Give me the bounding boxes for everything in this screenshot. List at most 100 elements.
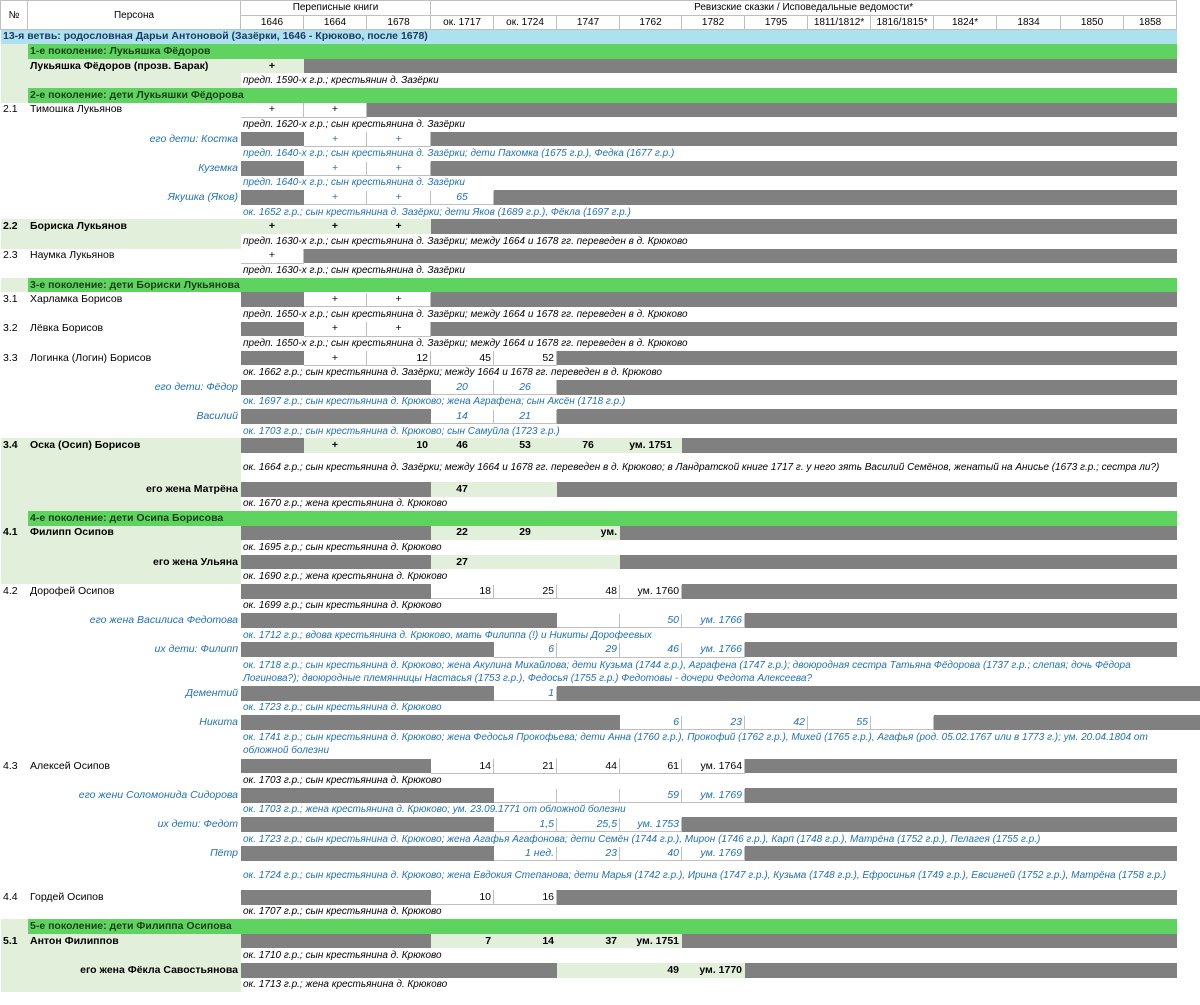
record-cell: 46 <box>456 439 468 452</box>
record-cell: + <box>331 220 339 233</box>
row-number: 4.2 <box>3 584 18 597</box>
record-cell: + <box>365 291 432 308</box>
record-cell: ум. 1766 <box>681 641 746 658</box>
record-cell: 25 <box>493 583 558 600</box>
person-name: Дорофей Осипов <box>30 584 115 597</box>
generation-header: 5-е поколение: дети Филиппа Осипова <box>27 919 1177 934</box>
person-note: ок. 1707 г.р.; сын крестьянина д. Крюков… <box>243 906 442 918</box>
record-cell: 55 <box>807 714 872 731</box>
record-cell: + <box>268 220 276 233</box>
record-cell: 6 <box>493 641 558 658</box>
person-note: предп. 1650-х г.р.; сын крестьянина д. З… <box>243 308 688 320</box>
row-number: 4.4 <box>3 890 18 903</box>
person-note: предп. 1590-х г.р.; крестьянин д. Зазёрк… <box>243 75 439 87</box>
record-cell: 23 <box>556 845 621 862</box>
person-note: ок. 1723 г.р.; сын крестьянина д. Крюков… <box>243 833 1041 845</box>
year-header: 1824* <box>933 14 998 31</box>
person-note: предп. 1640-х г.р.; сын крестьянина д. З… <box>243 148 675 160</box>
person-name: Антон Филиппов <box>30 934 119 947</box>
record-cell: 61 <box>619 758 683 774</box>
record-cell: + <box>365 321 432 337</box>
table-row: 4.3 Алексей Осипов 14 21 44 61 ум. 1764 <box>1 758 1200 774</box>
person-note: ок. 1713 г.р.; жена крестьянина д. Крюко… <box>243 979 448 991</box>
person-name: Тимошка Лукьянов <box>30 103 123 116</box>
person-note: ок. 1718 г.р.; сын крестьянина д. Крюков… <box>243 659 1131 684</box>
table-row: Лукьяшка Фёдоров (прозв. Барак) + <box>0 58 1200 74</box>
person-note: ок. 1695 г.р.; сын крестьянина д. Крюков… <box>243 542 442 554</box>
record-cell: 76 <box>582 439 594 452</box>
generation-header: 2-е поколение: дети Лукьяшки Фёдорова <box>27 88 1177 103</box>
row-number: 3.2 <box>3 322 18 335</box>
table-row: Никита 6 23 42 55 <box>1 714 1200 731</box>
person-name: Лукьяшка Фёдоров (прозв. Барак) <box>30 59 209 72</box>
record-cell: 42 <box>744 714 809 731</box>
record-cell: ум. 1769 <box>681 787 746 804</box>
year-header: 1646 <box>240 14 304 31</box>
table-row: его жена Василиса Федотова 50 ум. 1766 <box>1 612 1200 629</box>
year-header: 1811/1812* <box>807 14 872 31</box>
record-cell: 37 <box>605 934 618 947</box>
person-name: его жена Фёкла Савостьянова <box>80 963 238 976</box>
record-cell: 14 <box>542 934 555 947</box>
record-cell: + <box>240 248 304 264</box>
year-header: 1664 <box>303 14 367 31</box>
table-row: его дети: Фёдор 20 26 <box>1 379 1200 396</box>
record-cell: 49 <box>667 963 680 976</box>
person-note: ок. 1741 г.р.; сын крестьянина д. Крюков… <box>243 732 1148 757</box>
person-note: ок. 1712 г.р.; вдова крестьянина д. Крюк… <box>243 629 652 641</box>
person-name: Якушка (Яков) <box>167 191 238 204</box>
record-cell: + <box>303 350 367 366</box>
table-row: 4.1 Филипп Осипов 22 29 ум. <box>0 525 1200 541</box>
record-cell: + <box>303 321 367 337</box>
person-note: ок. 1710 г.р.; сын крестьянина д. Крюков… <box>243 950 442 962</box>
year-header: 1782 <box>681 14 746 31</box>
record-cell: 65 <box>430 189 495 206</box>
record-cell: 1,5 <box>493 816 558 833</box>
person-note: ок. 1699 г.р.; сын крестьянина д. Крюков… <box>243 600 442 612</box>
person-note: ок. 1723 г.р.; сын крестьянина д. Крюков… <box>243 702 442 714</box>
record-cell: 44 <box>556 758 621 774</box>
header-revision: Ревизские сказки / Исповедальные ведомос… <box>430 0 1178 16</box>
record-cell: + <box>303 189 367 206</box>
table-row: Якушка (Яков) + + 65 <box>1 189 1200 206</box>
record-cell: 16 <box>493 889 558 906</box>
person-note: ок. 1697 г.р.; сын крестьянина д. Крюков… <box>243 396 626 408</box>
record-cell: 50 <box>619 612 683 629</box>
table-row: Василий 14 21 <box>1 408 1200 425</box>
year-header: 1816/1815* <box>870 14 935 31</box>
person-name: их дети: Филипп <box>154 643 238 656</box>
record-cell: 6 <box>619 714 683 731</box>
record-cell: 52 <box>493 350 558 366</box>
person-name: Никита <box>199 716 238 729</box>
record-cell: 27 <box>456 555 468 568</box>
record-cell: + <box>365 131 432 147</box>
record-cell: ум. <box>600 526 618 539</box>
person-note: ок. 1703 г.р.; сын крестьянина д. Крюков… <box>243 425 560 437</box>
table-row: 3.1 Харламка Борисов + + <box>1 291 1200 308</box>
person-name: Логинка (Логин) Борисов <box>30 351 152 364</box>
record-cell: + <box>365 160 432 177</box>
record-cell: 10 <box>430 889 495 906</box>
record-cell: 40 <box>619 845 683 862</box>
record-cell: 29 <box>519 526 531 539</box>
record-cell: 25,5 <box>556 816 621 833</box>
person-name: Лёвка Борисов <box>30 322 104 335</box>
year-header: 1795 <box>744 14 809 31</box>
record-cell: 47 <box>456 482 468 495</box>
record-cell: 1 <box>493 685 558 702</box>
record-cell: + <box>331 439 339 452</box>
table-row: его жена Фёкла Савостьянова 49 ум. 1770 <box>0 962 1200 978</box>
record-cell: + <box>240 102 304 118</box>
person-note: ок. 1724 г.р.; сын крестьянина д. Крюков… <box>243 869 1167 881</box>
person-name: Филипп Осипов <box>30 526 114 539</box>
table-row: 2.3 Наумка Лукьянов + <box>1 248 1200 264</box>
person-note: ок. 1690 г.р.; жена крестьянина д. Крюко… <box>243 571 448 583</box>
record-cell: 20 <box>430 379 495 396</box>
record-cell: ум. 1764 <box>681 758 746 774</box>
person-note: предп. 1630-х г.р.; сын крестьянина д. З… <box>243 264 465 276</box>
record-cell: + <box>303 102 367 118</box>
record-cell: ум. 1769 <box>681 845 746 862</box>
year-header: 1834 <box>996 14 1062 31</box>
person-name: Харламка Борисов <box>30 293 123 306</box>
table-row: Куземка + + <box>1 160 1200 177</box>
